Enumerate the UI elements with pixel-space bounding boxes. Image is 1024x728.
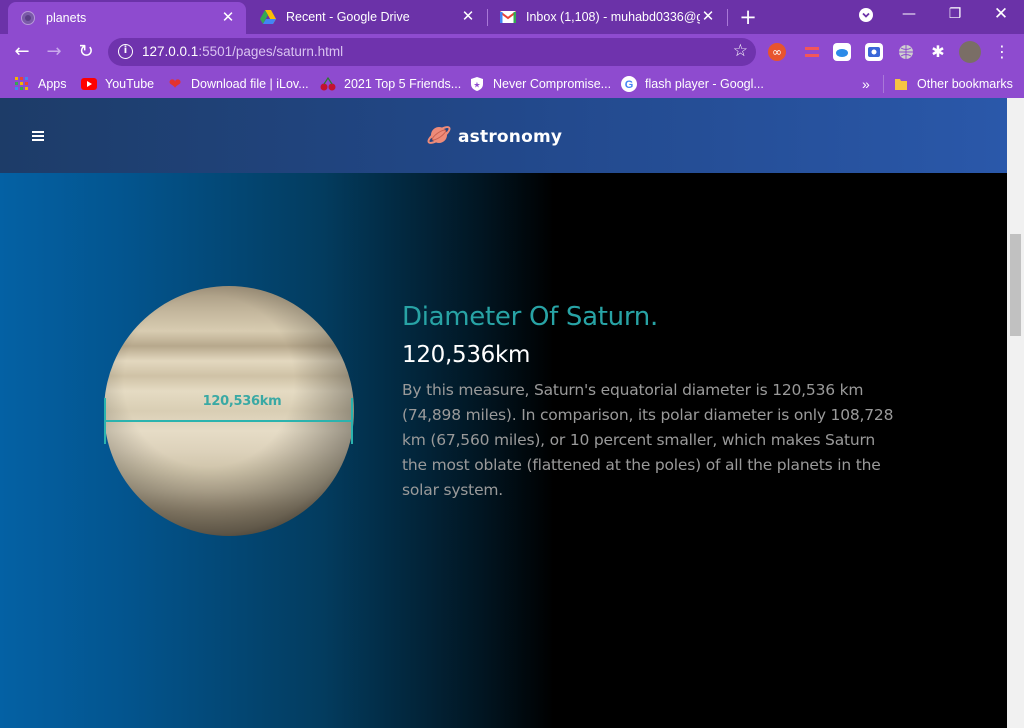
site-navbar: astronomy: [0, 98, 1007, 173]
minimize-button[interactable]: —: [886, 0, 932, 30]
tab-separator: [727, 9, 728, 26]
url-path: :5501/pages/saturn.html: [198, 44, 344, 59]
infinity-extension-icon[interactable]: ∞: [768, 43, 786, 61]
cherries-icon: [320, 76, 336, 92]
ilovepdf-heart-icon: ❤: [168, 76, 182, 93]
tab-google-drive[interactable]: Recent - Google Drive ✕: [248, 0, 486, 34]
browser-toolbar: ← → ↻ i 127.0.0.1:5501/pages/saturn.html…: [0, 34, 1024, 70]
bookmark-label: Never Compromise...: [493, 77, 612, 91]
folder-icon: [893, 76, 909, 92]
bookmarks-bar: Apps YouTube ❤ Download file | iLov... 2…: [0, 70, 1024, 98]
diameter-line: [105, 420, 353, 422]
bookmark-star-icon[interactable]: ☆: [733, 41, 748, 61]
svg-text:G: G: [625, 79, 634, 91]
tab-title: Recent - Google Drive: [286, 10, 410, 24]
close-tab-icon[interactable]: ✕: [460, 9, 476, 25]
globe-icon: [20, 10, 36, 26]
google-g-icon: G: [621, 76, 637, 92]
page-viewport: astronomy 120,536km Diameter Of Saturn. …: [0, 98, 1007, 728]
google-drive-icon: [260, 9, 276, 25]
url-host: 127.0.0.1: [142, 44, 199, 59]
youtube-icon: [81, 76, 97, 92]
cloud-extension-icon[interactable]: [833, 43, 851, 61]
tab-strip: planets ✕ Recent - Google Drive ✕ Inbox …: [0, 0, 1024, 34]
diameter-left-cap: [104, 398, 106, 444]
site-logo[interactable]: astronomy: [426, 122, 562, 152]
extensions-puzzle-icon[interactable]: ✱: [929, 43, 947, 61]
diameter-right-cap: [351, 398, 353, 444]
planet-logo-icon: [426, 122, 452, 152]
forward-button[interactable]: →: [40, 39, 68, 65]
page-scrollbar[interactable]: [1007, 98, 1024, 728]
screen-recorder-extension-icon[interactable]: [865, 43, 883, 61]
section-heading: Diameter Of Saturn.: [402, 302, 658, 332]
reload-button[interactable]: ↻: [72, 39, 100, 65]
shield-star-icon: ★: [469, 76, 485, 92]
bookmark-label: YouTube: [105, 77, 155, 91]
brand-name: astronomy: [458, 127, 563, 147]
bookmark-top5-friends[interactable]: 2021 Top 5 Friends...: [320, 75, 461, 93]
more-bookmarks-button[interactable]: »: [862, 75, 870, 93]
tab-title: planets: [46, 11, 87, 25]
apps-grid-icon: [14, 76, 30, 92]
bookmark-youtube[interactable]: YouTube: [81, 75, 154, 93]
gmail-icon: [500, 9, 516, 25]
tab-planets[interactable]: planets ✕: [8, 2, 246, 34]
site-info-icon[interactable]: i: [118, 44, 133, 59]
address-bar[interactable]: i 127.0.0.1:5501/pages/saturn.html ☆: [108, 38, 756, 66]
vpn-globe-extension-icon[interactable]: [897, 43, 915, 61]
close-tab-icon[interactable]: ✕: [700, 9, 716, 25]
bookmark-label: Apps: [38, 77, 67, 91]
bookmark-label: 2021 Top 5 Friends...: [344, 77, 462, 91]
restore-button[interactable]: ❐: [932, 0, 978, 30]
saturn-planet-image: [104, 286, 354, 536]
scrollbar-thumb[interactable]: [1010, 234, 1021, 336]
bookmark-ilovepdf[interactable]: ❤ Download file | iLov...: [167, 75, 309, 93]
close-tab-icon[interactable]: ✕: [220, 10, 236, 26]
new-tab-button[interactable]: +: [737, 6, 759, 28]
bookmark-flash-player[interactable]: G flash player - Googl...: [621, 75, 764, 93]
tab-title: Inbox (1,108) - muhabd0336@gm: [526, 10, 700, 24]
bookmark-apps[interactable]: Apps: [14, 75, 67, 93]
close-window-button[interactable]: ✕: [978, 0, 1024, 30]
url-text: 127.0.0.1:5501/pages/saturn.html: [142, 44, 343, 59]
bookmark-label: flash player - Googl...: [645, 77, 764, 91]
profile-avatar[interactable]: [959, 41, 981, 63]
diameter-diagram-label: 120,536km: [202, 394, 282, 409]
stripes-extension-icon[interactable]: [803, 43, 821, 61]
other-bookmarks-folder[interactable]: Other bookmarks: [893, 75, 1013, 93]
svg-text:★: ★: [473, 81, 480, 90]
back-button[interactable]: ←: [8, 39, 36, 65]
bookmark-label: Download file | iLov...: [191, 77, 309, 91]
hamburger-menu-icon[interactable]: [32, 131, 44, 141]
bookmarks-separator: [883, 75, 884, 93]
bookmark-label: Other bookmarks: [917, 77, 1013, 91]
menu-kebab-icon[interactable]: ⋮: [988, 39, 1016, 65]
diameter-value: 120,536km: [402, 342, 531, 368]
bookmark-never-compromise[interactable]: ★ Never Compromise...: [469, 75, 611, 93]
tab-gmail-inbox[interactable]: Inbox (1,108) - muhabd0336@gm ✕: [488, 0, 726, 34]
diameter-description: By this measure, Saturn's equatorial dia…: [402, 381, 894, 499]
tab-search-button[interactable]: [843, 0, 889, 30]
